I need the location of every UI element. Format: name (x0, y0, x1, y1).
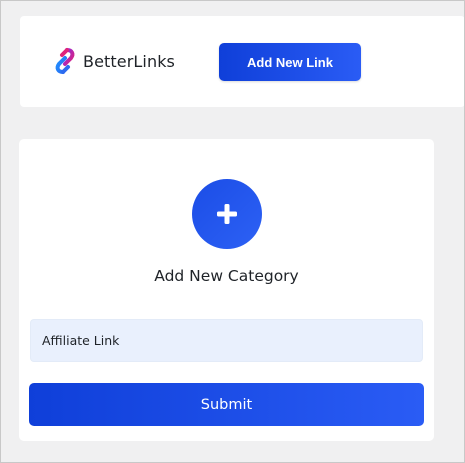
header-bar: BetterLinks Add New Link (20, 16, 465, 107)
betterlinks-logo-icon (55, 48, 75, 74)
add-category-card: Add New Category Submit (19, 139, 434, 441)
category-name-input[interactable] (30, 319, 423, 362)
plus-icon (217, 204, 237, 224)
brand: BetterLinks (53, 46, 175, 76)
submit-button[interactable]: Submit (29, 383, 424, 426)
add-new-link-button[interactable]: Add New Link (219, 43, 361, 81)
brand-name: BetterLinks (83, 51, 175, 71)
add-category-title: Add New Category (154, 267, 299, 285)
add-category-plus-button[interactable] (192, 179, 262, 249)
